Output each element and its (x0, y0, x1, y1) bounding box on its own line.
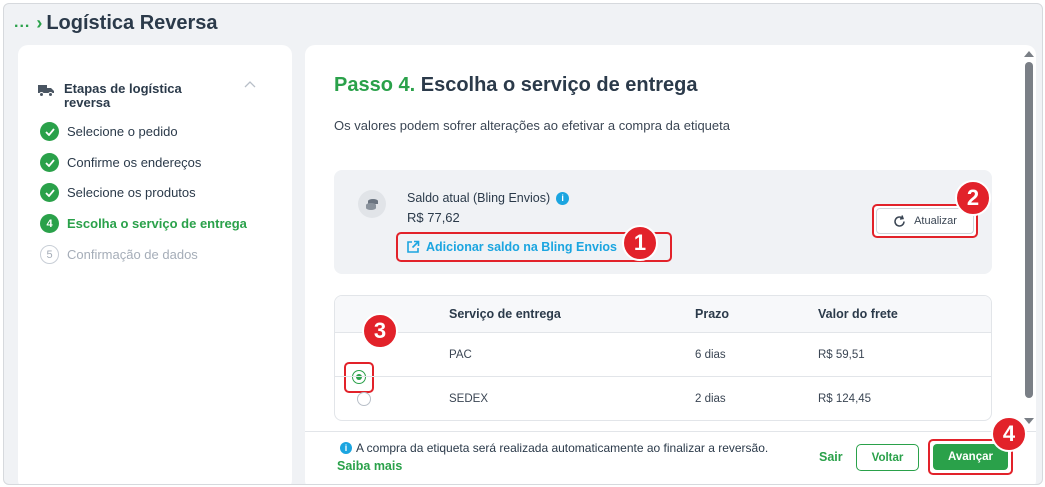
chevron-up-icon[interactable] (244, 80, 256, 88)
scroll-up-arrow-icon[interactable] (1024, 51, 1034, 57)
exit-button[interactable]: Sair (819, 450, 843, 464)
app-window: ... › Logística Reversa Etapas de logíst… (3, 3, 1043, 485)
step-label: Confirme os endereços (67, 155, 202, 170)
step-confirm-addresses[interactable]: Confirme os endereços (40, 153, 201, 172)
service-name: SEDEX (449, 392, 488, 405)
table-row[interactable]: PAC 6 dias R$ 59,51 (335, 332, 991, 393)
check-icon (40, 122, 59, 141)
table-row[interactable]: SEDEX 2 dias R$ 124,45 (335, 376, 991, 420)
step-label: Escolha o serviço de entrega (67, 216, 247, 231)
service-price: R$ 124,45 (818, 392, 872, 405)
service-name: PAC (449, 348, 472, 361)
info-icon[interactable]: i (556, 191, 570, 205)
info-icon: i (340, 442, 352, 454)
breadcrumb-chevron-icon: › (36, 12, 43, 33)
footer-note-text: A compra da etiqueta será realizada auto… (356, 441, 769, 455)
balance-amount: R$ 77,62 (407, 210, 460, 225)
service-deadline: 6 dias (695, 348, 726, 361)
header-deadline: Prazo (695, 307, 730, 321)
refresh-button[interactable]: Atualizar (876, 208, 974, 234)
step-label: Selecione o pedido (67, 124, 178, 139)
steps-header: Etapas de logística reversa (38, 82, 224, 110)
scroll-down-arrow-icon[interactable] (1024, 418, 1034, 424)
steps-title: Etapas de logística reversa (64, 81, 182, 110)
step-number: 5 (40, 245, 59, 264)
service-price: R$ 59,51 (818, 348, 865, 361)
service-deadline: 2 dias (695, 392, 726, 405)
learn-more-link[interactable]: Saiba mais (337, 459, 402, 473)
back-button[interactable]: Voltar (856, 444, 919, 471)
step-select-products[interactable]: Selecione os produtos (40, 183, 196, 202)
coins-icon (358, 190, 386, 218)
page-title: Logística Reversa (46, 11, 218, 34)
step-choose-service[interactable]: 4 Escolha o serviço de entrega (40, 214, 247, 233)
annotation-badge-3: 3 (362, 313, 398, 349)
balance-label: Saldo atual (Bling Envios) i (407, 191, 570, 205)
step-label: Selecione os produtos (67, 185, 196, 200)
step-select-order[interactable]: Selecione o pedido (40, 122, 178, 141)
main-panel: Passo 4. Escolha o serviço de entrega Os… (305, 45, 1036, 484)
balance-card: Saldo atual (Bling Envios) i R$ 77,62 Ad… (334, 170, 992, 274)
header-service: Serviço de entrega (449, 307, 561, 321)
breadcrumb-ellipsis[interactable]: ... (14, 14, 30, 32)
step-title: Passo 4. Escolha o serviço de entrega (334, 74, 698, 97)
refresh-icon (894, 214, 905, 227)
step-confirm-data: 5 Confirmação de dados (40, 245, 198, 264)
service-radio-sedex[interactable] (357, 391, 371, 406)
steps-sidebar: Etapas de logística reversa Selecione o … (18, 45, 292, 484)
external-link-icon (407, 240, 420, 253)
footer-bar: i A compra da etiqueta será realizada au… (305, 431, 1036, 484)
footer-note: i A compra da etiqueta será realizada au… (340, 441, 768, 455)
truck-icon (38, 85, 54, 97)
check-icon (40, 153, 59, 172)
annotation-badge-4: 4 (991, 416, 1027, 452)
annotation-badge-2: 2 (955, 180, 991, 216)
page-header: ... › Logística Reversa (14, 10, 218, 36)
select-cell (335, 391, 449, 406)
step-subtitle: Os valores podem sofrer alterações ao ef… (334, 118, 730, 133)
refresh-label: Atualizar (914, 215, 957, 227)
balance-label-text: Saldo atual (Bling Envios) (407, 191, 551, 205)
shipping-services-table: Serviço de entrega Prazo Valor do frete … (334, 295, 992, 421)
header-price: Valor do frete (818, 307, 898, 321)
scrollbar-thumb[interactable] (1025, 62, 1033, 398)
step-label: Confirmação de dados (67, 247, 198, 262)
check-icon (40, 183, 59, 202)
annotation-badge-1: 1 (622, 225, 658, 261)
table-header-row: Serviço de entrega Prazo Valor do frete (335, 296, 991, 332)
step-number: 4 (40, 214, 59, 233)
add-balance-label: Adicionar saldo na Bling Envios (426, 240, 618, 254)
step-title-text: Escolha o serviço de entrega (420, 74, 698, 96)
step-prefix: Passo 4. (334, 74, 416, 96)
scrollbar[interactable] (1021, 45, 1035, 435)
